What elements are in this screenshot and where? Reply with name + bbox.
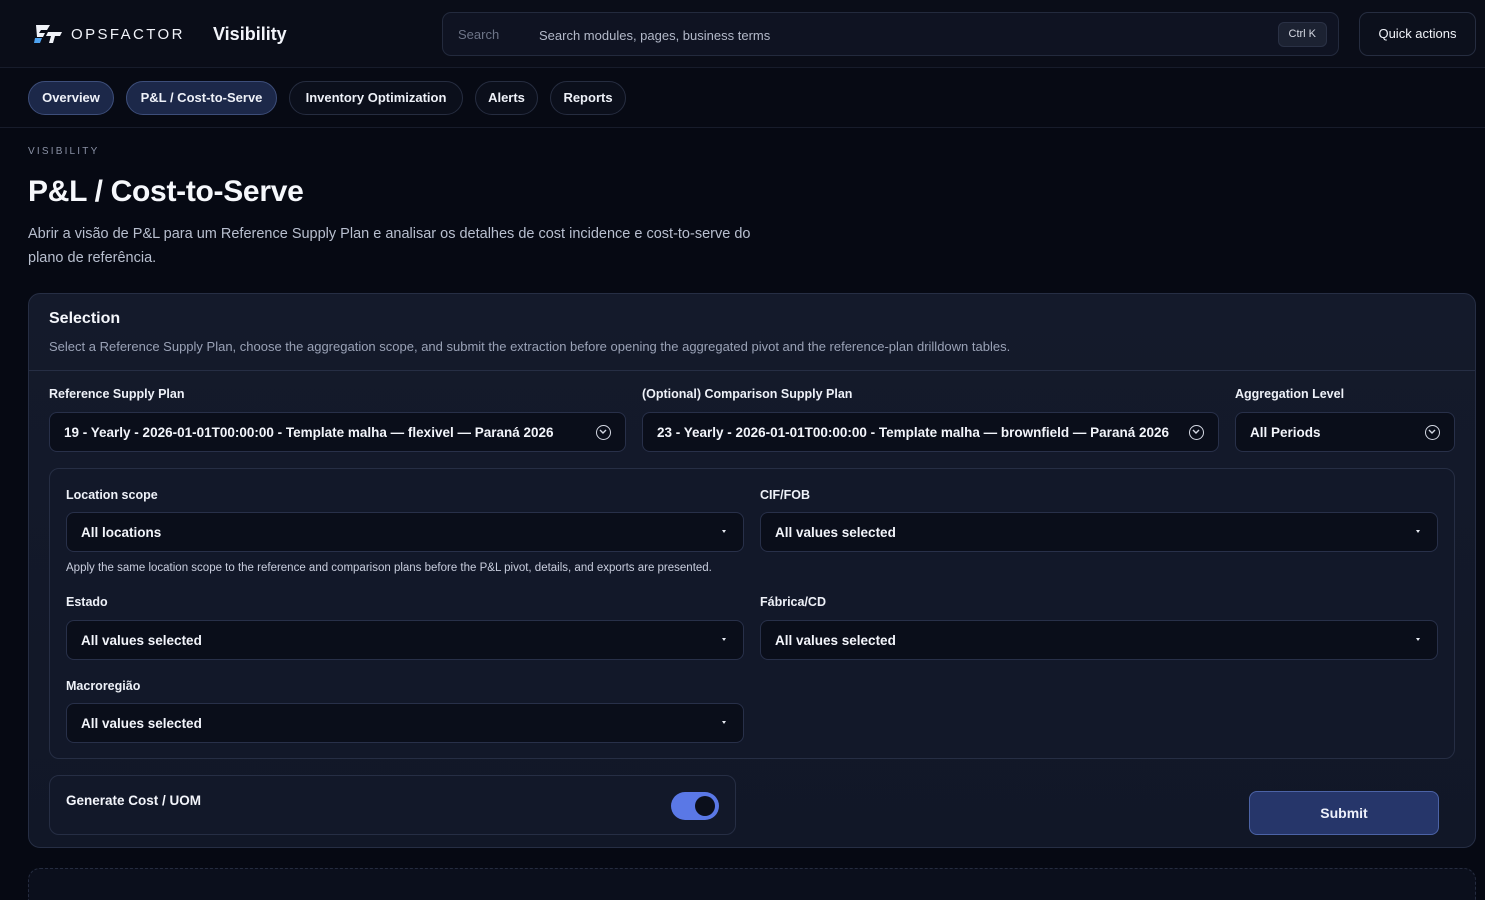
macroregiao-select[interactable]: All values selected [66,703,744,743]
macroregiao-value: All values selected [81,716,202,731]
tab-reports[interactable]: Reports [550,81,626,115]
chevron-down-icon [1425,425,1440,440]
comparison-plan-label: (Optional) Comparison Supply Plan [642,387,853,401]
tab-inventory-optimization[interactable]: Inventory Optimization [289,81,463,115]
location-scope-select[interactable]: All locations [66,512,744,552]
page-title: P&L / Cost-to-Serve [28,175,304,208]
cif-fob-value: All values selected [775,525,896,540]
comparison-plan-value: 23 - Yearly - 2026-01-01T00:00:00 - Temp… [657,425,1169,440]
selection-card: Selection Select a Reference Supply Plan… [28,293,1476,848]
macroregiao-label: Macroregião [66,679,141,693]
estado-select[interactable]: All values selected [66,620,744,660]
search-label: Search [458,27,500,42]
reference-plan-label: Reference Supply Plan [49,387,185,401]
cif-fob-select[interactable]: All values selected [760,512,1438,552]
caret-down-icon [1416,530,1420,533]
brand-logo[interactable]: OPSFACTOR [33,22,185,46]
aggregation-level-value: All Periods [1250,425,1321,440]
search-placeholder: Search modules, pages, business terms [539,28,771,43]
caret-down-icon [722,530,726,533]
results-card [28,868,1476,900]
selection-subtitle: Select a Reference Supply Plan, choose t… [49,339,1011,354]
quick-actions-button[interactable]: Quick actions [1359,12,1476,56]
fabrica-cd-label: Fábrica/CD [760,595,826,609]
estado-value: All values selected [81,633,202,648]
selection-header: Selection Select a Reference Supply Plan… [29,294,1475,371]
caret-down-icon [722,721,726,724]
opsfactor-logo-icon [34,25,62,43]
location-filters-panel: Location scope All locations Apply the s… [49,468,1455,759]
chevron-down-icon [1189,425,1204,440]
toggle-knob [695,796,715,816]
reference-plan-value: 19 - Yearly - 2026-01-01T00:00:00 - Temp… [64,425,554,440]
cost-uom-toggle-label: Generate Cost / UOM [66,793,202,808]
reference-plan-select[interactable]: 19 - Yearly - 2026-01-01T00:00:00 - Temp… [49,412,626,452]
cif-fob-label: CIF/FOB [760,488,810,502]
submit-button[interactable]: Submit [1249,791,1439,835]
page-description: Abrir a visão de P&L para um Reference S… [28,226,751,266]
tab-pl-cost-to-serve[interactable]: P&L / Cost-to-Serve [126,81,277,115]
caret-down-icon [722,638,726,641]
aggregation-level-label: Aggregation Level [1235,387,1345,401]
breadcrumb: VISIBILITY [28,146,100,157]
app-title: Visibility [213,24,287,44]
tab-overview[interactable]: Overview [28,81,114,115]
cost-uom-toggle-card: Generate Cost / UOM [49,775,736,835]
module-nav: Overview P&L / Cost-to-Serve Inventory O… [0,68,1485,128]
selection-title: Selection [49,310,121,327]
cost-uom-toggle[interactable] [671,792,719,820]
tab-alerts[interactable]: Alerts [475,81,538,115]
caret-down-icon [1416,638,1420,641]
top-bar: OPSFACTOR Visibility Search Search modul… [0,0,1485,68]
fabrica-cd-select[interactable]: All values selected [760,620,1438,660]
location-scope-value: All locations [81,525,162,540]
aggregation-level-select[interactable]: All Periods [1235,412,1455,452]
brand-name: OPSFACTOR [71,25,185,43]
location-scope-helper: Apply the same location scope to the ref… [66,562,712,574]
search-input[interactable]: Search Search modules, pages, business t… [442,12,1339,56]
fabrica-cd-value: All values selected [775,633,896,648]
chevron-down-icon [596,425,611,440]
estado-label: Estado [66,595,108,609]
comparison-plan-select[interactable]: 23 - Yearly - 2026-01-01T00:00:00 - Temp… [642,412,1219,452]
shortcut-badge: Ctrl K [1277,22,1327,47]
location-scope-label: Location scope [66,488,158,502]
